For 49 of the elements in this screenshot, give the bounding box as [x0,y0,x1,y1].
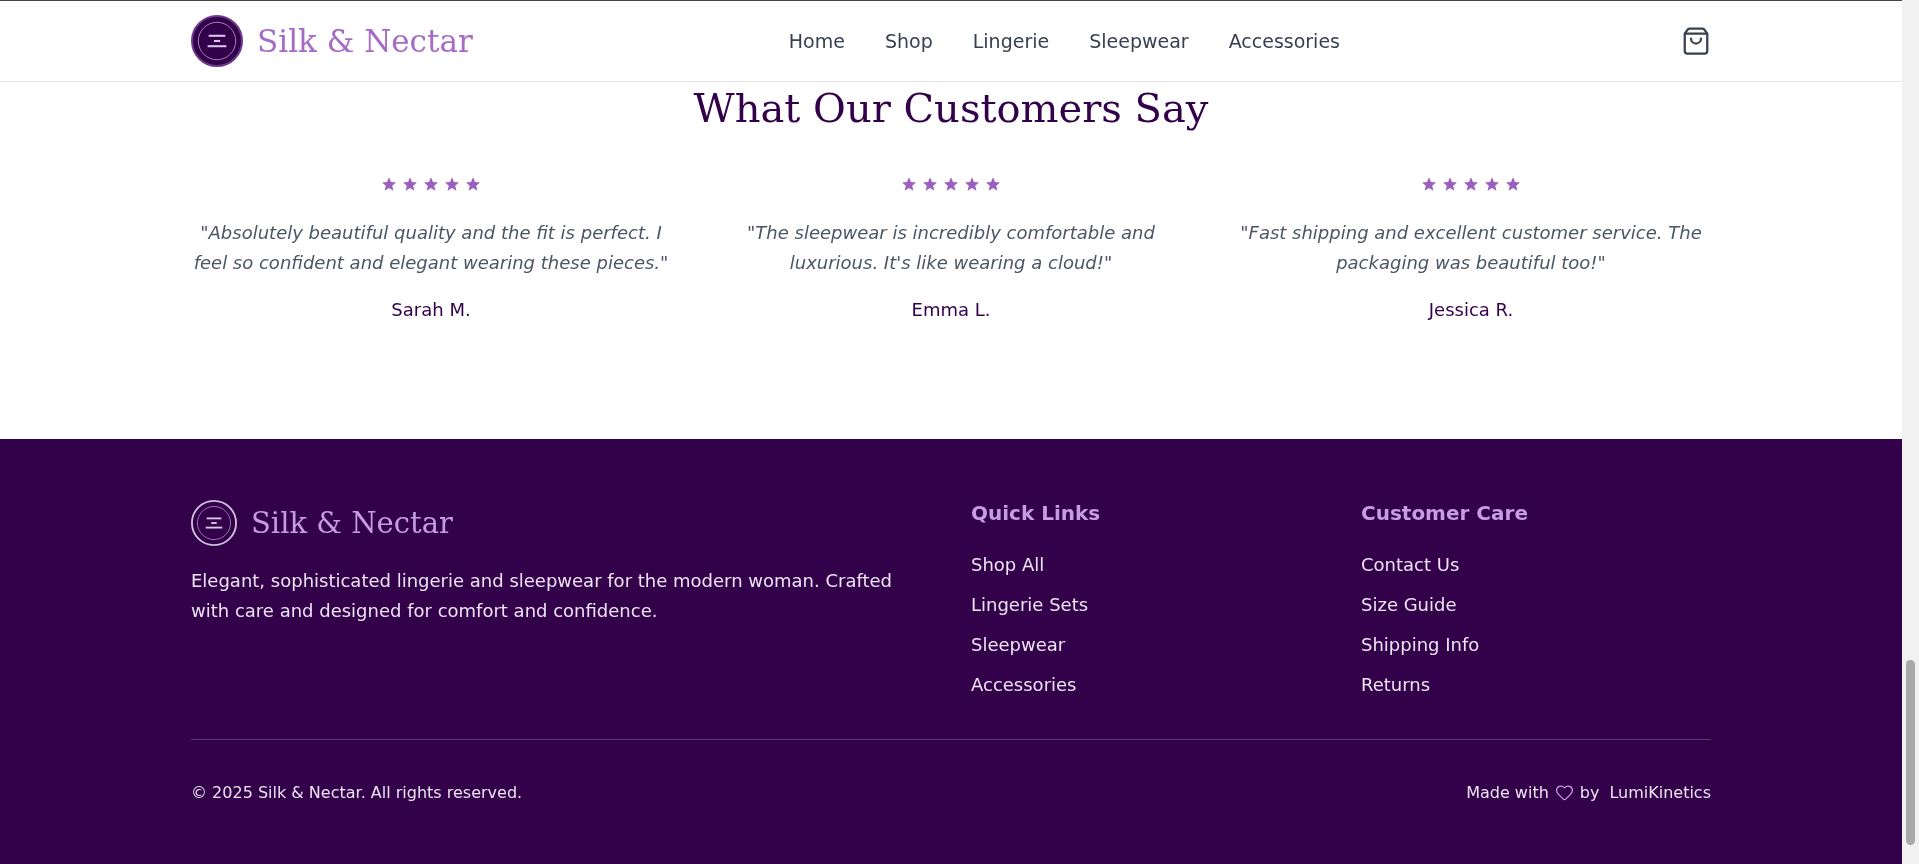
footer-link[interactable]: Contact Us [1361,553,1711,577]
footer-link[interactable]: Accessories [971,673,1321,697]
star-icon [964,176,980,192]
copyright-text: © 2025 Silk & Nectar. All rights reserved. [191,783,523,802]
star-icon [1421,176,1437,192]
made-with-text: Made with [1466,783,1549,802]
star-icon [444,176,460,192]
footer-link[interactable]: Shipping Info [1361,633,1711,657]
star-icon [901,176,917,192]
footer-link[interactable]: Returns [1361,673,1711,697]
heart-icon [1554,783,1574,802]
customer-name: Sarah M. [391,298,471,322]
logo-icon [191,500,237,546]
scrollbar-thumb[interactable] [1906,660,1915,845]
star-icon [381,176,397,192]
star-icon [423,176,439,192]
star-icon [1505,176,1521,192]
cart-icon[interactable] [1681,26,1711,56]
footer-link[interactable]: Size Guide [1361,593,1711,617]
footer-heading: Quick Links [971,500,1102,526]
footer-brand-name: Silk & Nectar [251,506,453,540]
footer-heading: Customer Care [1361,500,1529,526]
star-icon [1442,176,1458,192]
brand-name[interactable]: Silk & Nectar [257,23,473,59]
star-icon [922,176,938,192]
customer-name: Jessica R. [1428,298,1514,322]
credit-link[interactable]: LumiKinetics [1609,783,1711,802]
star-icon [943,176,959,192]
nav-link[interactable]: Shop [884,30,933,52]
nav-link[interactable]: Accessories [1228,30,1340,52]
section-title: What Our Customers Say [693,84,1209,132]
brand-description: Elegant, sophisticated lingerie and sleepwear for the modern woman. Crafted with care and designed for comfort and confidence. [191,569,893,623]
star-icon [402,176,418,192]
nav-link[interactable]: Home [788,30,845,52]
logo-icon [191,15,243,67]
star-icon [465,176,481,192]
star-icon [1463,176,1479,192]
nav-link[interactable]: Sleepwear [1089,30,1189,52]
footer-link[interactable]: Sleepwear [971,633,1321,657]
star-icon [985,176,1001,192]
nav-link[interactable]: Lingerie [972,30,1050,52]
star-icon [1484,176,1500,192]
testimonial-quote: "Fast shipping and excellent customer service. The packaging was beautiful too!" [1239,221,1703,275]
footer-link[interactable]: Lingerie Sets [971,593,1321,617]
testimonial-quote: "The sleepwear is incredibly comfortable and luxurious. It's like wearing a cloud!" [746,221,1156,275]
testimonial-quote: "Absolutely beautiful quality and the fit is perfect. I feel so confident and elegant wearing these pieces." [192,221,670,275]
customer-name: Emma L. [911,298,991,322]
footer-link[interactable]: Shop All [971,553,1321,577]
by-text: by [1579,783,1600,802]
